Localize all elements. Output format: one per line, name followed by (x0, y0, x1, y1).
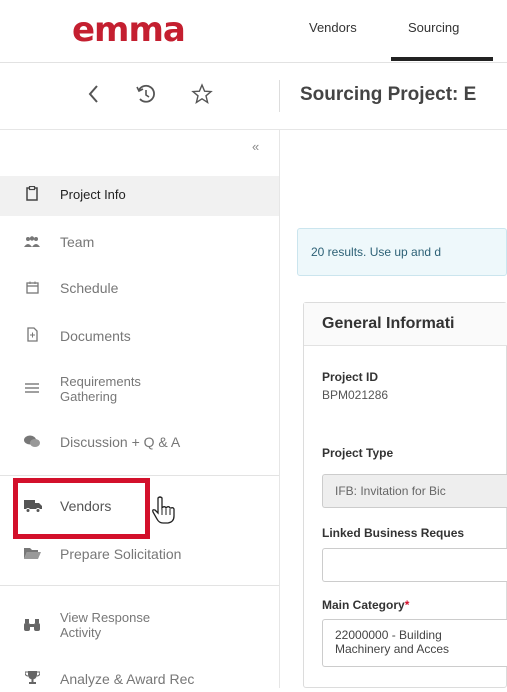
sidebar-item-team[interactable]: Team (0, 232, 279, 256)
team-icon (24, 235, 40, 251)
main-category-value-line1: 22000000 - Building (335, 628, 442, 642)
collapse-sidebar-icon[interactable]: « (252, 139, 259, 154)
project-id-value: BPM021286 (322, 388, 389, 402)
results-info-text: 20 results. Use up and d (311, 245, 442, 259)
main-category-label-text: Main Category (322, 598, 405, 612)
star-outline-icon[interactable] (190, 82, 214, 112)
main-category-value-line2: Machinery and Acces (335, 642, 450, 656)
vendors-highlight-box (13, 478, 150, 539)
folder-open-icon (24, 547, 41, 563)
sidebar-divider (0, 585, 279, 586)
sidebar-item-documents[interactable]: Documents (0, 324, 279, 348)
list-icon (24, 381, 40, 397)
card-title: General Informati (322, 315, 455, 332)
emma-logo[interactable]: emma (72, 10, 222, 50)
sidebar-item-label: Analyze & Award Rec (60, 671, 195, 687)
sidebar-item-analyze-award[interactable]: Analyze & Award Rec (0, 668, 279, 692)
sidebar-item-label: Project Info (60, 187, 126, 202)
chevron-left-icon[interactable] (86, 82, 102, 112)
history-icon[interactable] (134, 82, 158, 112)
nav-tab-sourcing[interactable]: Sourcing (408, 20, 459, 35)
page-title: Sourcing Project: E (300, 84, 477, 105)
sidebar-item-label: Requirements Gathering (60, 374, 141, 404)
project-id-label: Project ID (322, 370, 379, 384)
document-icon (24, 327, 40, 345)
required-asterisk: * (404, 598, 410, 612)
sidebar-item-view-response-activity[interactable]: View Response Activity (0, 608, 279, 642)
sidebar-item-label: Schedule (60, 280, 119, 296)
sidebar-item-label: Discussion + Q & A (60, 434, 181, 450)
discussion-icon (24, 435, 40, 451)
project-type-field[interactable]: IFB: Invitation for Bic (322, 474, 507, 508)
sidebar-item-schedule[interactable]: Schedule (0, 278, 279, 302)
sidebar-item-prepare-solicitation[interactable]: Prepare Solicitation (0, 544, 279, 568)
hand-pointer-cursor-icon (151, 496, 177, 529)
top-bar: emma Vendors Sourcing (0, 0, 507, 61)
sidebar-item-label: View Response Activity (60, 610, 151, 640)
trophy-icon (23, 670, 41, 688)
sidebar-divider (0, 475, 279, 476)
linked-business-request-label: Linked Business Reques (322, 526, 465, 540)
sidebar-item-label: Documents (60, 328, 131, 344)
clipboard-icon (24, 185, 40, 204)
linked-business-request-field[interactable] (322, 548, 507, 582)
calendar-icon (24, 281, 40, 297)
binoculars-icon (24, 618, 40, 635)
main-category-field[interactable]: 22000000 - Building Machinery and Acces (322, 619, 507, 667)
sidebar-item-discussion[interactable]: Discussion + Q & A (0, 432, 279, 456)
logo-text: emma (72, 10, 186, 50)
main-category-label: Main Category* (322, 598, 409, 612)
main-category-value: 22000000 - Building Machinery and Acces (335, 628, 449, 656)
project-type-label: Project Type (322, 446, 394, 460)
toolbar-separator (279, 80, 280, 112)
sidebar-item-project-info[interactable]: Project Info (0, 176, 279, 216)
nav-tab-vendors[interactable]: Vendors (309, 20, 357, 35)
sidebar-item-requirements-gathering[interactable]: Requirements Gathering (0, 372, 279, 406)
active-tab-indicator (391, 57, 493, 61)
project-type-value: IFB: Invitation for Bic (335, 484, 446, 498)
sidebar-item-label: Prepare Solicitation (60, 546, 182, 562)
sidebar-item-label: Team (60, 234, 95, 250)
